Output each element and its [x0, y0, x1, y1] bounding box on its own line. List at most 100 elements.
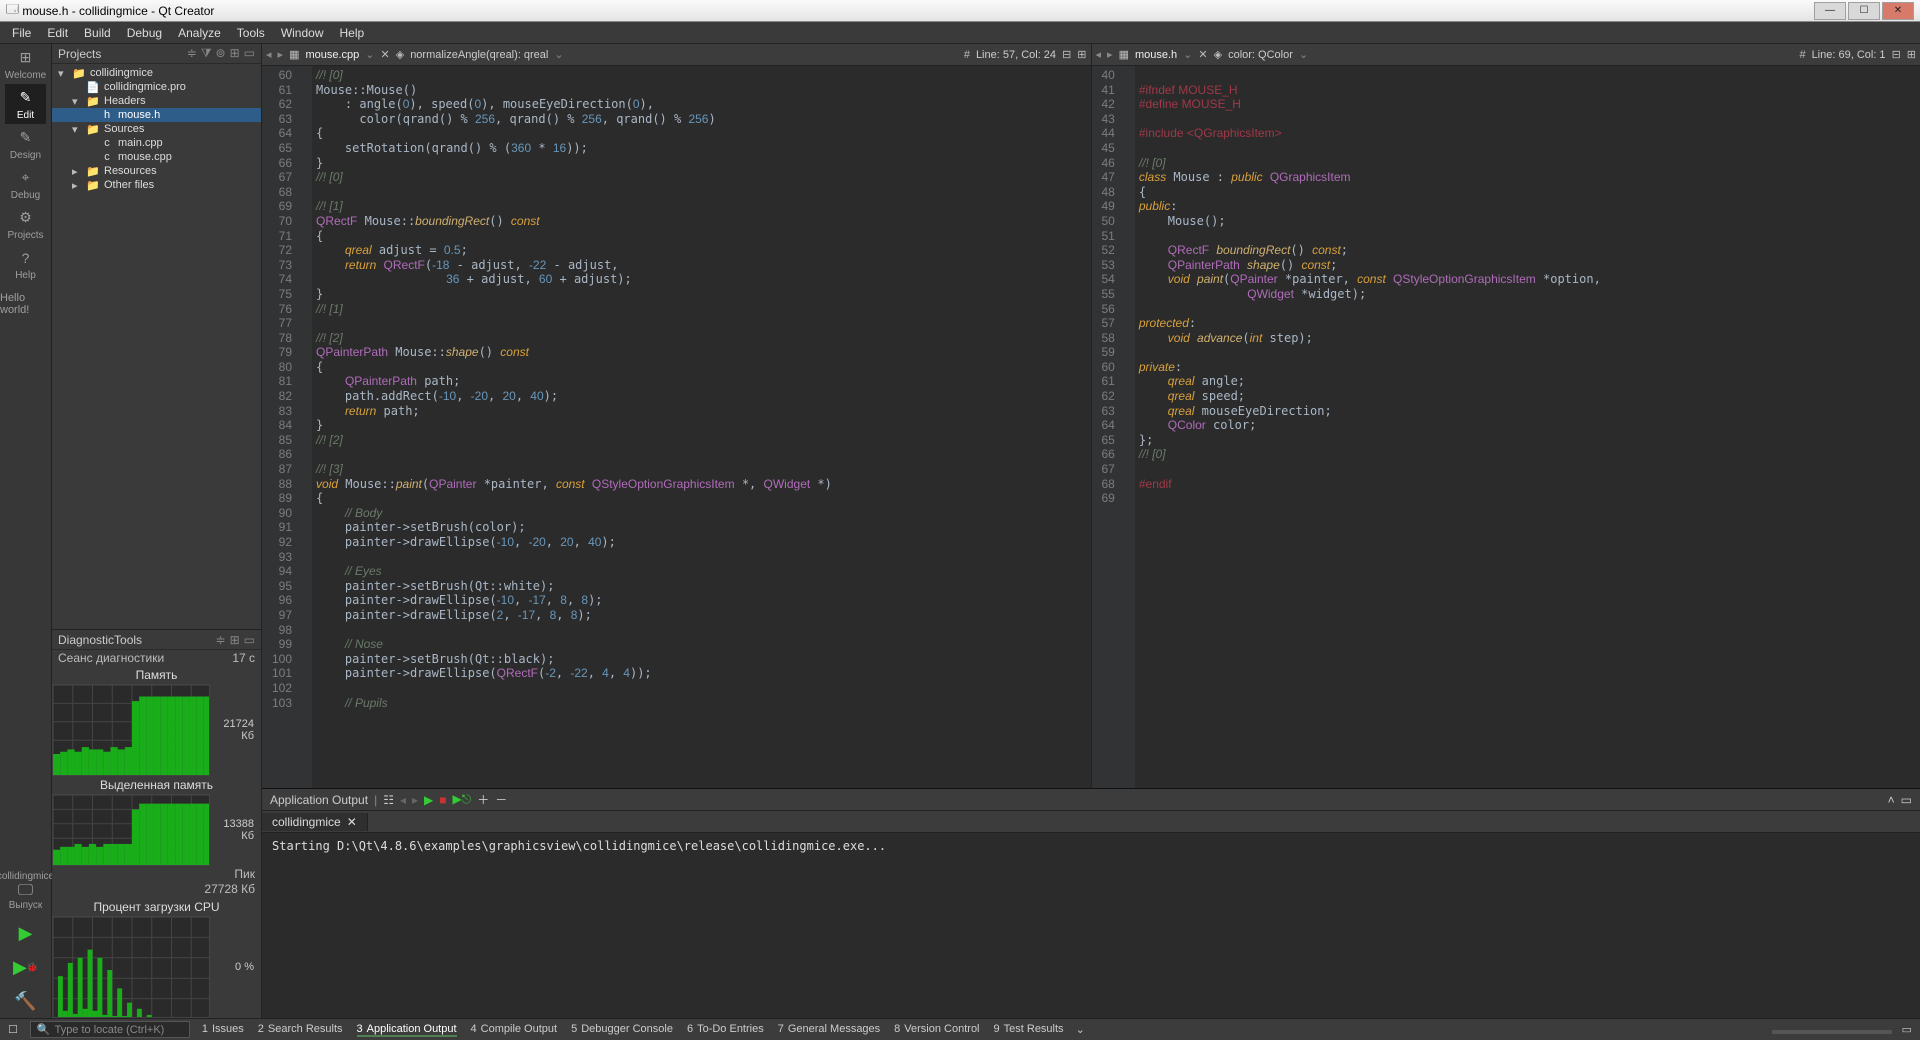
status-dropdown-icon[interactable]: ⌄ [1076, 1023, 1085, 1036]
output-tab[interactable]: collidingmice ✕ [262, 813, 368, 831]
editor-right: ◂▸▦mouse.h⌄✕◈color: QColor⌄#Line: 69, Co… [1092, 44, 1920, 788]
sidebar-toggle-icon[interactable]: ☐ [8, 1023, 18, 1036]
menu-edit[interactable]: Edit [39, 24, 76, 42]
close-file-icon[interactable]: ✕ [1198, 48, 1207, 61]
split-icon[interactable]: ⊞ [230, 46, 240, 61]
cpu-chart [52, 916, 210, 1018]
sync-icon[interactable]: ⊚ [216, 46, 226, 61]
menu-build[interactable]: Build [76, 24, 119, 42]
file-icon: 📁 [86, 165, 100, 178]
status-tab-4[interactable]: 4 Compile Output [471, 1023, 558, 1037]
search-icon: 🔍 [37, 1023, 51, 1036]
diag-split-icon[interactable]: ⊞ [230, 633, 240, 647]
tree-item[interactable]: ▸📁Resources [52, 164, 261, 178]
status-tab-1[interactable]: 1 Issues [202, 1023, 244, 1037]
tool-up-icon[interactable]: ˄ [1888, 793, 1895, 807]
file-icon: 📁 [86, 95, 100, 108]
code-area[interactable]: 6061626364656667686970717273747576777879… [262, 66, 1091, 788]
menu-tools[interactable]: Tools [229, 24, 273, 42]
status-tab-7[interactable]: 7 General Messages [778, 1023, 880, 1037]
file-name[interactable]: mouse.cpp [305, 49, 359, 61]
status-tab-8[interactable]: 8 Version Control [894, 1023, 979, 1037]
tool-add-icon[interactable]: ＋ [477, 791, 489, 808]
split-horiz-icon[interactable]: ⊟ [1892, 48, 1901, 61]
diag-close-icon[interactable]: ▭ [244, 633, 255, 647]
diag-dropdown-icon[interactable]: ≑ [216, 633, 226, 647]
project-tree[interactable]: ▾📁collidingmice📄collidingmice.pro▾📁Heade… [52, 64, 261, 194]
close-button[interactable]: ✕ [1882, 2, 1914, 20]
symbol-dropdown-icon[interactable]: ⌄ [554, 48, 563, 61]
edit-icon: ✎ [16, 88, 36, 108]
filter-icon-2[interactable]: ⧩ [201, 46, 212, 61]
file-type-icon: ▦ [289, 48, 299, 61]
status-tab-6[interactable]: 6 To-Do Entries [687, 1023, 764, 1037]
tool-attach-icon[interactable]: ▶⎋ [453, 792, 472, 807]
split-vert-icon[interactable]: ⊞ [1077, 48, 1086, 61]
status-tab-5[interactable]: 5 Debugger Console [571, 1023, 673, 1037]
menu-window[interactable]: Window [273, 24, 332, 42]
tree-item[interactable]: cmain.cpp [52, 136, 261, 150]
tool-filter-icon[interactable]: ☷ [383, 793, 394, 807]
line-input-icon[interactable]: # [964, 49, 970, 61]
tool-remove-icon[interactable]: － [495, 791, 507, 808]
mode-welcome[interactable]: ⊞Welcome [5, 44, 47, 84]
kit-selector[interactable]: collidingmice 🖵 Выпуск [0, 866, 51, 916]
close-progress-icon[interactable]: ▭ [1902, 1023, 1912, 1036]
status-tab-9[interactable]: 9 Test Results [994, 1023, 1064, 1037]
mode-edit[interactable]: ✎Edit [5, 84, 47, 124]
close-tab-icon[interactable]: ✕ [347, 815, 357, 829]
tree-item[interactable]: ▸📁Other files [52, 178, 261, 192]
user-message: Hello world! [0, 292, 51, 316]
menu-analyze[interactable]: Analyze [170, 24, 229, 42]
line-input-icon[interactable]: # [1799, 49, 1805, 61]
nav-back-icon[interactable]: ◂ [266, 48, 272, 61]
symbol-name[interactable]: normalizeAngle(qreal): qreal [410, 49, 548, 61]
nav-fwd-icon[interactable]: ▸ [278, 48, 284, 61]
cursor-pos: Line: 69, Col: 1 [1812, 49, 1886, 61]
mode-projects[interactable]: ⚙Projects [5, 204, 47, 244]
menu-file[interactable]: File [4, 24, 39, 42]
run-button[interactable]: ▶ [0, 916, 51, 950]
status-tab-3[interactable]: 3 Application Output [357, 1023, 457, 1037]
locator[interactable]: 🔍 Type to locate (Ctrl+K) [30, 1021, 190, 1038]
file-name[interactable]: mouse.h [1135, 49, 1177, 61]
tool-max-icon[interactable]: ▭ [1901, 793, 1912, 807]
file-dropdown-icon[interactable]: ⌄ [1183, 48, 1192, 61]
welcome-icon: ⊞ [16, 48, 36, 68]
nav-fwd-icon[interactable]: ▸ [1107, 48, 1113, 61]
tree-item[interactable]: cmouse.cpp [52, 150, 261, 164]
nav-back-icon[interactable]: ◂ [1096, 48, 1102, 61]
close-panel-icon[interactable]: ▭ [244, 46, 255, 61]
file-dropdown-icon[interactable]: ⌄ [365, 48, 374, 61]
file-icon: 📁 [86, 179, 100, 192]
tree-item[interactable]: ▾📁collidingmice [52, 66, 261, 80]
tool-next-icon[interactable]: ▸ [412, 793, 418, 807]
code-area[interactable]: 4041424344454647484950515253545556575859… [1092, 66, 1920, 788]
tree-item[interactable]: hmouse.h [52, 108, 261, 122]
close-file-icon[interactable]: ✕ [381, 48, 390, 61]
tree-item[interactable]: ▾📁Sources [52, 122, 261, 136]
symbol-dropdown-icon[interactable]: ⌄ [1299, 48, 1308, 61]
status-tab-2[interactable]: 2 Search Results [258, 1023, 343, 1037]
output-title: Application Output [270, 793, 368, 807]
symbol-icon: ◈ [396, 48, 404, 61]
projects-icon: ⚙ [16, 208, 36, 228]
menu-debug[interactable]: Debug [119, 24, 170, 42]
tool-prev-icon[interactable]: ◂ [400, 793, 406, 807]
tree-item[interactable]: 📄collidingmice.pro [52, 80, 261, 94]
mode-help[interactable]: ?Help [5, 244, 47, 284]
split-vert-icon[interactable]: ⊞ [1907, 48, 1916, 61]
mode-design[interactable]: ✎Design [5, 124, 47, 164]
mode-debug[interactable]: ⌖Debug [5, 164, 47, 204]
build-button[interactable]: 🔨 [0, 984, 51, 1018]
maximize-button[interactable]: ☐ [1848, 2, 1880, 20]
minimize-button[interactable]: — [1814, 2, 1846, 20]
menu-help[interactable]: Help [332, 24, 373, 42]
run-debug-button[interactable]: ▶🐞 [0, 950, 51, 984]
filter-icon[interactable]: ≑ [187, 46, 197, 61]
tool-stop-icon[interactable]: ■ [439, 793, 446, 807]
tool-run-icon[interactable]: ▶ [424, 793, 433, 807]
symbol-name[interactable]: color: QColor [1228, 49, 1293, 61]
split-horiz-icon[interactable]: ⊟ [1062, 48, 1071, 61]
tree-item[interactable]: ▾📁Headers [52, 94, 261, 108]
